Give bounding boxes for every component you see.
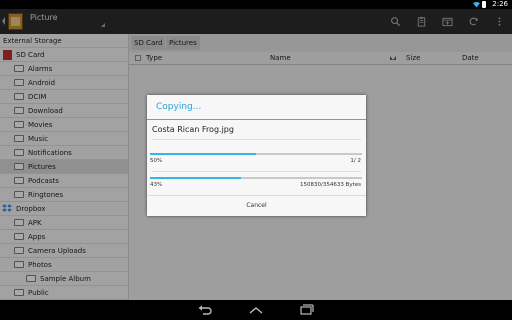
wifi-icon [473,1,480,8]
file-count: 1/ 2 [350,158,361,164]
navigation-bar [0,300,512,320]
current-file-name: Costa Rican Frog.jpg [152,125,234,134]
bytes-copied: 150830/354633 Bytes [299,182,361,188]
home-icon[interactable] [249,304,263,316]
overall-percent: 50% [150,158,163,164]
divider [152,171,361,172]
overall-progress-fill [150,153,256,155]
status-time: 2:26 [492,0,508,8]
divider [152,139,361,140]
file-percent: 43% [150,182,163,188]
dialog-title-divider [147,119,366,120]
back-icon[interactable] [198,304,212,316]
recent-apps-icon[interactable] [300,304,314,316]
cancel-button[interactable]: Cancel [147,196,366,216]
status-icons [473,1,486,8]
battery-icon [482,1,486,8]
file-progress-bar [150,177,362,179]
overall-progress-bar [150,153,362,155]
dialog-title: Copying... [156,102,202,112]
status-bar: 2:26 [0,0,512,9]
copy-progress-dialog: Copying... Costa Rican Frog.jpg 50% 1/ 2… [147,95,366,216]
file-progress-fill [150,177,242,179]
